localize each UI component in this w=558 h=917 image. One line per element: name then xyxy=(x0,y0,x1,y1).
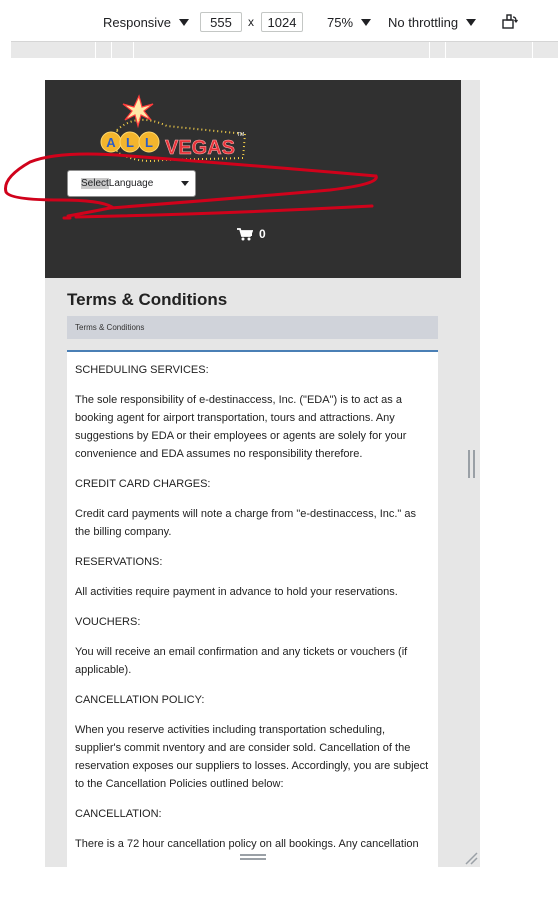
shopping-cart-icon xyxy=(237,227,253,240)
chevron-down-icon xyxy=(181,181,189,186)
chevron-down-icon xyxy=(466,18,477,26)
section-heading: CANCELLATION POLICY: xyxy=(75,694,205,706)
svg-text:L: L xyxy=(145,135,153,150)
terms-content: SCHEDULING SERVICES: The sole responsibi… xyxy=(67,350,438,867)
corner-resize-icon[interactable] xyxy=(464,851,478,865)
all-vegas-logo[interactable]: A L L VEGAS TM xyxy=(97,92,249,162)
device-dropdown[interactable]: Responsive xyxy=(103,12,189,32)
section-text: Credit card payments will note a charge … xyxy=(75,508,417,538)
language-select-highlight: Select xyxy=(81,178,109,189)
svg-text:TM: TM xyxy=(237,132,244,138)
page-title: Terms & Conditions xyxy=(67,290,228,309)
height-input[interactable]: 1024 xyxy=(261,12,303,32)
language-select-label: Language xyxy=(108,178,154,189)
right-resize-handle[interactable] xyxy=(468,450,475,478)
devtools-toolbar: Responsive 555 x 1024 75% No throttling xyxy=(0,0,558,42)
device-viewport: A L L VEGAS TM Select Language 0 Terms &… xyxy=(45,80,480,867)
section-heading: RESERVATIONS: xyxy=(75,556,163,568)
width-input[interactable]: 555 xyxy=(200,12,242,32)
site-header: A L L VEGAS TM Select Language 0 xyxy=(45,80,461,278)
svg-text:A: A xyxy=(106,135,116,150)
throttle-dropdown[interactable]: No throttling xyxy=(388,12,477,32)
cart-button[interactable]: 0 xyxy=(237,227,266,241)
section-text: There is a 72 hour cancellation policy o… xyxy=(75,838,419,850)
bottom-resize-handle[interactable] xyxy=(240,854,266,860)
section-text: When you reserve activities including tr… xyxy=(75,724,429,790)
section-heading: CREDIT CARD CHARGES: xyxy=(75,478,211,490)
zoom-label: 75% xyxy=(327,14,354,30)
section-heading: VOUCHERS: xyxy=(75,616,141,628)
dimension-separator: x xyxy=(248,15,254,29)
svg-text:VEGAS: VEGAS xyxy=(165,137,235,159)
star-icon xyxy=(122,94,154,129)
section-heading: SCHEDULING SERVICES: xyxy=(75,364,209,376)
device-label: Responsive xyxy=(103,14,171,30)
media-query-ruler[interactable] xyxy=(11,41,558,58)
svg-text:L: L xyxy=(126,135,134,150)
cart-count: 0 xyxy=(259,227,266,241)
section-heading: CANCELLATION: xyxy=(75,808,162,820)
breadcrumb: Terms & Conditions xyxy=(67,316,438,339)
section-text: All activities require payment in advanc… xyxy=(75,586,398,598)
section-text: The sole responsibility of e-destinacces… xyxy=(75,394,407,460)
throttle-label: No throttling xyxy=(388,14,459,30)
language-select[interactable]: Select Language xyxy=(67,170,196,197)
section-text: You will receive an email confirmation a… xyxy=(75,646,408,676)
rotate-icon[interactable] xyxy=(502,14,518,30)
zoom-dropdown[interactable]: 75% xyxy=(327,12,372,32)
chevron-down-icon xyxy=(361,18,372,26)
chevron-down-icon xyxy=(178,18,189,26)
